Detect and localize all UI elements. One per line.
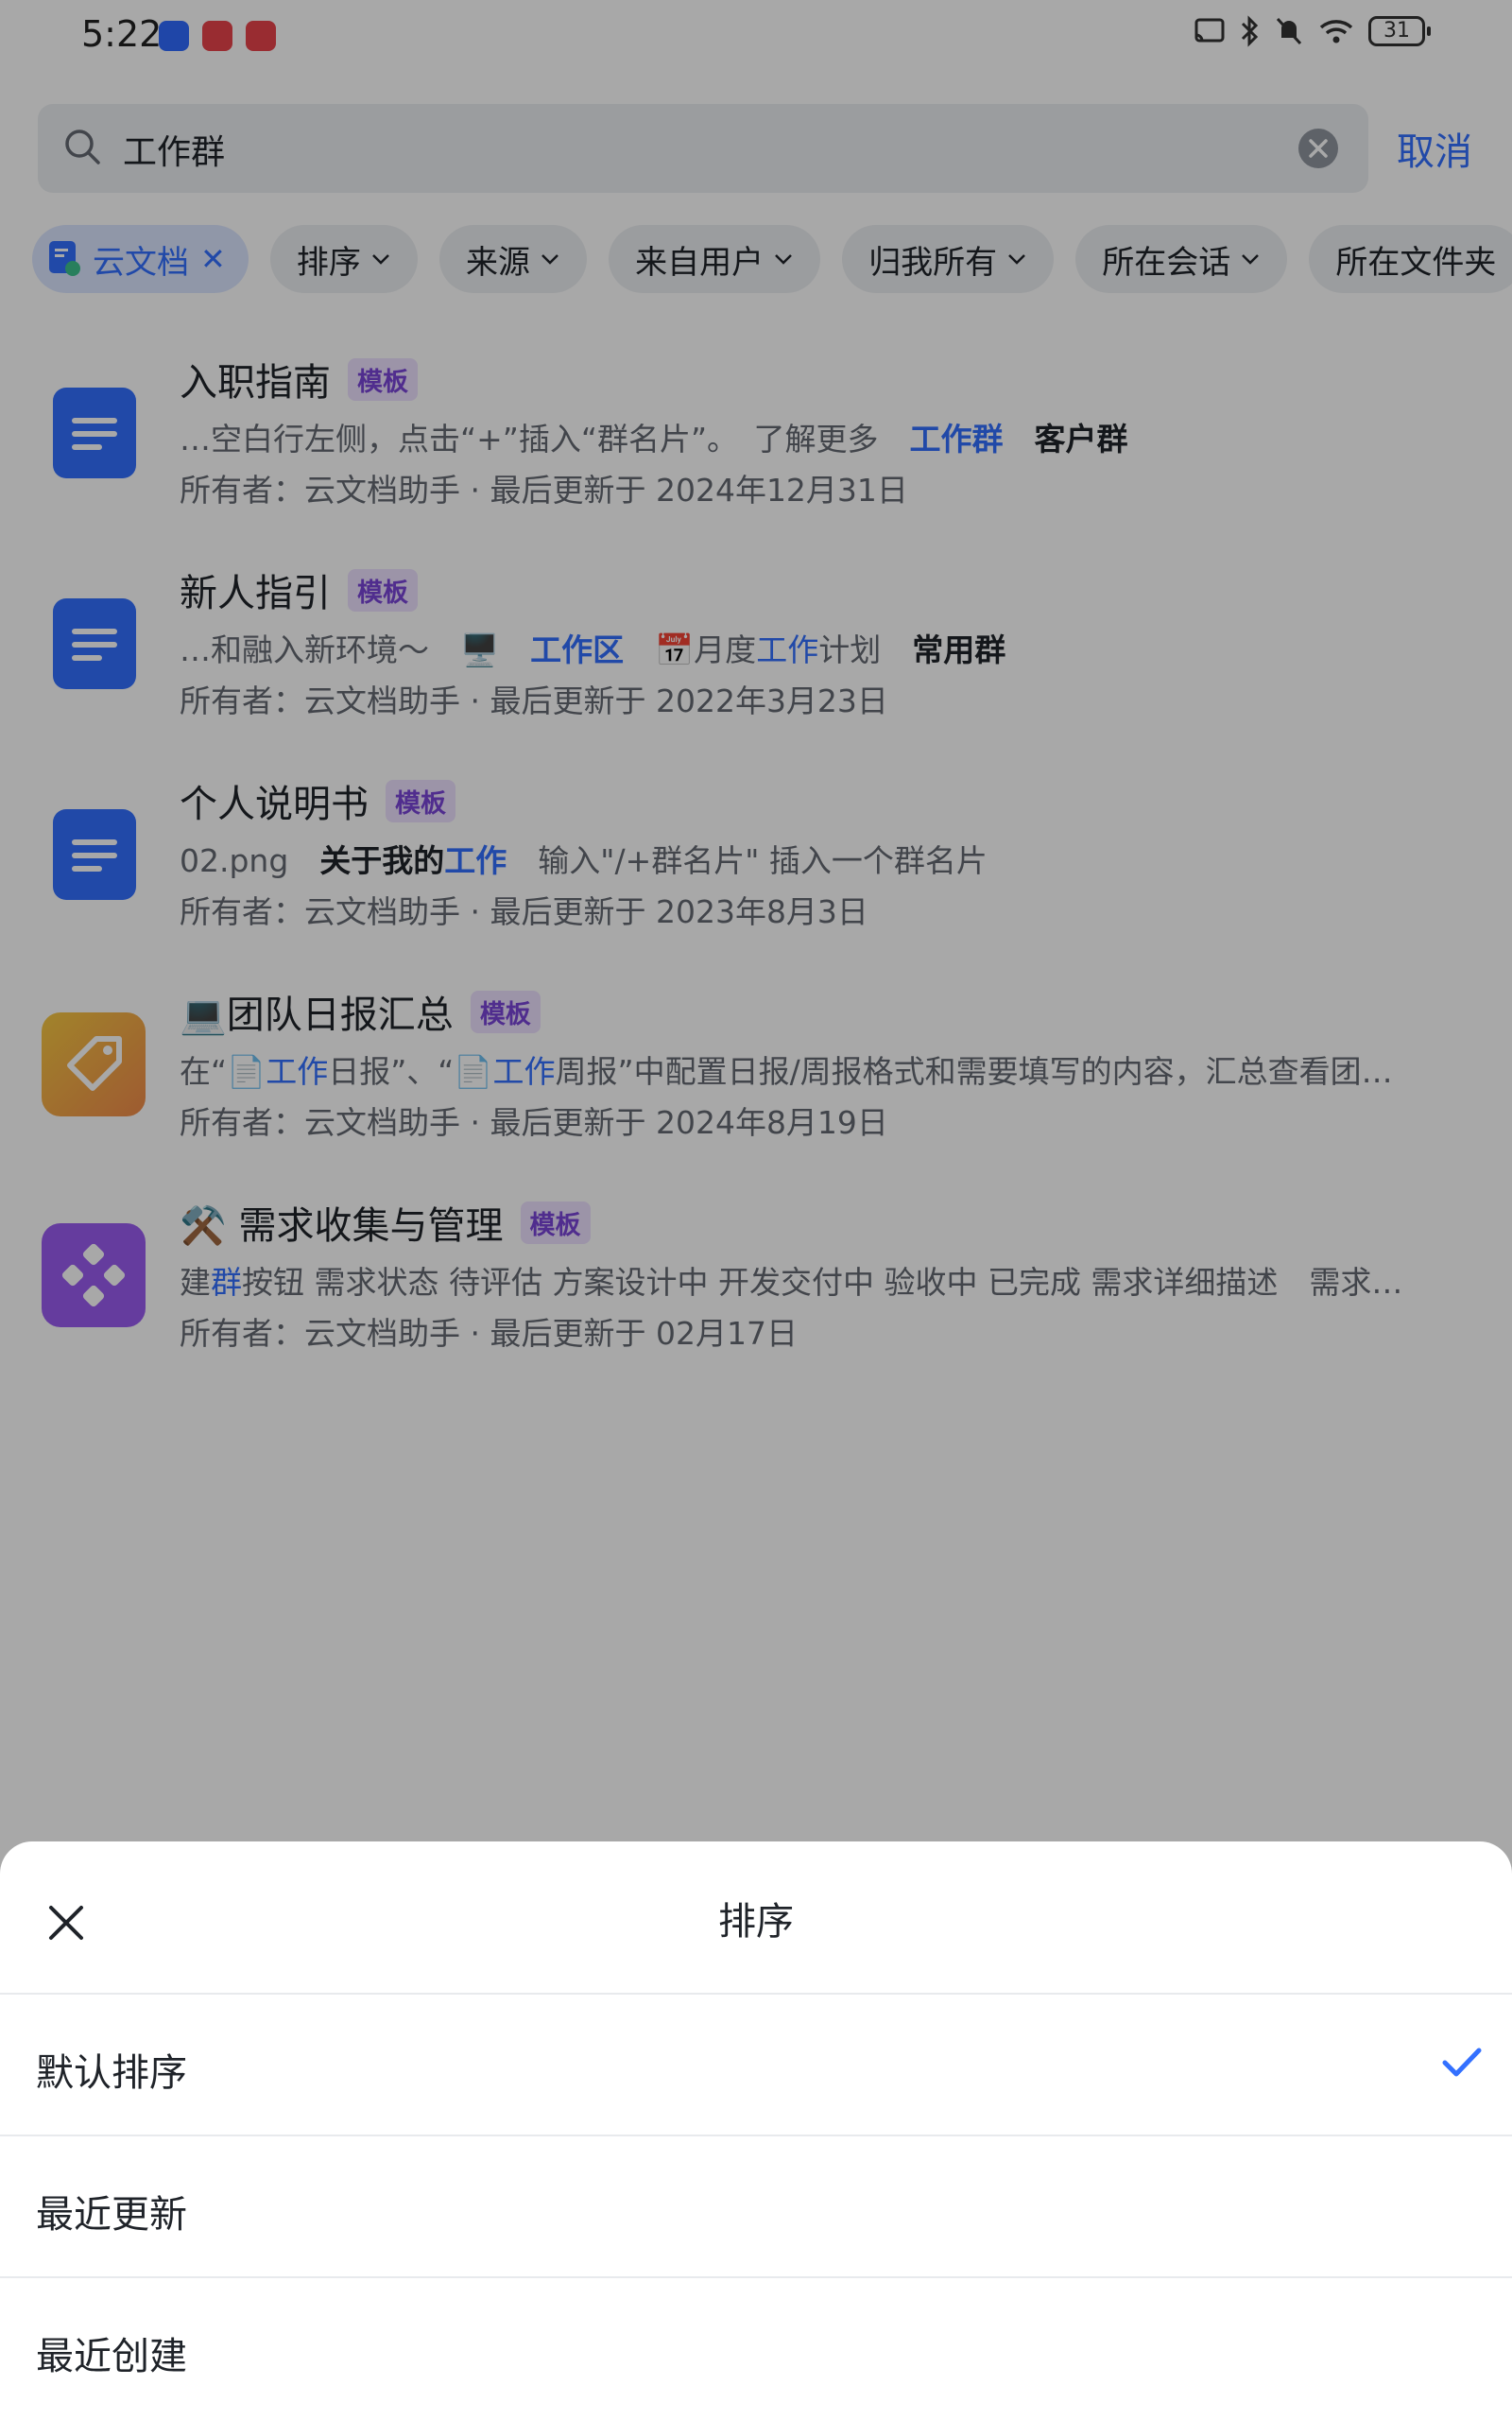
- option-label: 默认排序: [36, 2051, 187, 2095]
- sort-option-default[interactable]: 默认排序: [0, 1995, 1512, 2136]
- sheet-title: 排序: [718, 1900, 794, 1944]
- check-icon: [1442, 2048, 1482, 2077]
- sort-option-recently-updated[interactable]: 最近更新: [0, 2136, 1512, 2278]
- option-label: 最近更新: [36, 2193, 187, 2237]
- sort-bottom-sheet: 排序 默认排序 最近更新 最近创建: [0, 1841, 1512, 2420]
- sort-option-recently-created[interactable]: 最近创建: [0, 2278, 1512, 2418]
- search-results-page: 5:22 31 工作群 取消 云文档 ✕ 排序 来源 来自用户 归我所有 所在会…: [0, 0, 1512, 2420]
- option-label: 最近创建: [36, 2335, 187, 2378]
